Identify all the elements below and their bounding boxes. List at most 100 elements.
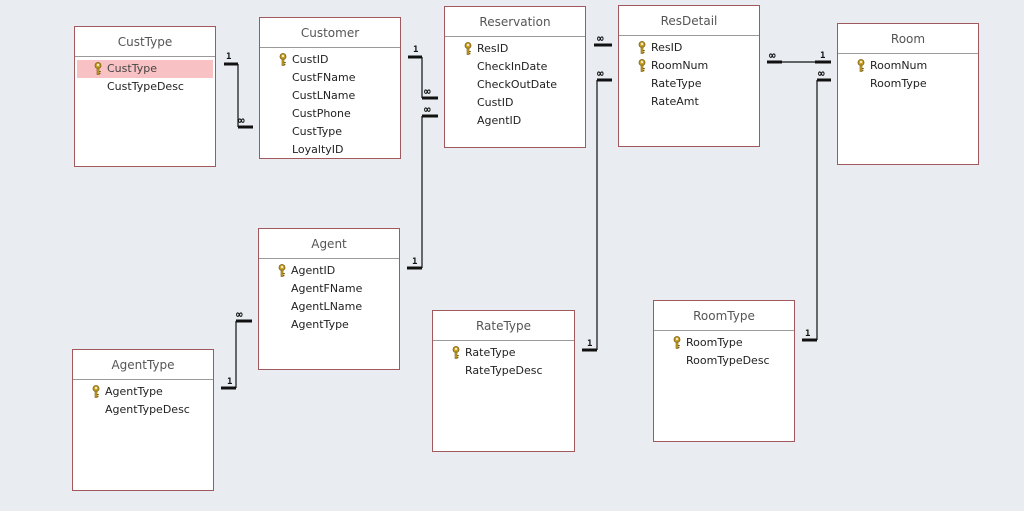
rel-roomtype-room[interactable] (802, 78, 831, 342)
field-row[interactable]: RoomType (840, 75, 976, 93)
field-name: RoomType (686, 336, 743, 349)
primary-key-icon (673, 336, 681, 349)
field-name: CustLName (292, 89, 356, 102)
field-row[interactable]: ResID (621, 39, 757, 57)
primary-key-icon (452, 346, 460, 359)
primary-key-icon (857, 59, 865, 72)
relationships-canvas: 1 ∞ 1 ∞ ∞ 1 ∞ 1 ∞ ∞ 1 ∞ 1 ∞ 1 CustType Cu… (0, 0, 1024, 511)
cardinality-one: 1 (805, 329, 811, 339)
field-name: RoomType (870, 77, 927, 90)
field-name: LoyaltyID (292, 143, 344, 156)
field-row[interactable]: LoyaltyID (262, 141, 398, 159)
field-name: CheckInDate (477, 60, 548, 73)
cardinality-one: 1 (587, 339, 593, 349)
field-row[interactable]: CustID (447, 94, 583, 112)
field-name: CustPhone (292, 107, 351, 120)
cardinality-many: ∞ (238, 114, 244, 127)
field-name: RateType (651, 77, 702, 90)
field-name: AgentFName (291, 282, 363, 295)
field-row[interactable]: CustFName (262, 69, 398, 87)
field-name: AgentType (291, 318, 349, 331)
table-customer[interactable]: Customer CustID CustFName CustLName CustPhon… (259, 17, 401, 159)
field-row[interactable]: CustPhone (262, 105, 398, 123)
cardinality-many: ∞ (769, 49, 775, 62)
table-room[interactable]: Room RoomNum RoomType (837, 23, 979, 165)
field-row[interactable]: CheckInDate (447, 58, 583, 76)
field-name: RateAmt (651, 95, 699, 108)
table-title[interactable]: RoomType (654, 301, 794, 331)
field-row[interactable]: CustLName (262, 87, 398, 105)
field-name: RateType (465, 346, 516, 359)
field-name: CustType (292, 125, 342, 138)
field-list: AgentID AgentFName AgentLName AgentType (259, 259, 399, 334)
field-row[interactable]: CustType (262, 123, 398, 141)
field-list: AgentType AgentTypeDesc (73, 380, 213, 419)
table-custtype[interactable]: CustType CustType CustTypeDesc (74, 26, 216, 167)
field-name: AgentID (477, 114, 522, 127)
table-title[interactable]: Reservation (445, 7, 585, 37)
cardinality-many: ∞ (424, 103, 430, 116)
primary-key-icon (92, 385, 100, 398)
field-row[interactable]: AgentType (261, 316, 397, 334)
cardinality-many: ∞ (597, 67, 603, 80)
table-ratetype[interactable]: RateType RateType RateTypeDesc (432, 310, 575, 452)
field-row[interactable]: CustID (262, 51, 398, 69)
field-row[interactable]: RateType (435, 344, 572, 362)
primary-key-icon (638, 59, 646, 72)
cardinality-one: 1 (227, 377, 233, 387)
field-name: AgentTypeDesc (105, 403, 190, 416)
rel-customer-reservation[interactable] (408, 55, 438, 100)
field-row[interactable]: RoomNum (840, 57, 976, 75)
table-roomtype[interactable]: RoomType RoomType RoomTypeDesc (653, 300, 795, 442)
rel-agent-reservation[interactable] (407, 114, 438, 270)
field-row[interactable]: CheckOutDate (447, 76, 583, 94)
field-list: RoomType RoomTypeDesc (654, 331, 794, 370)
field-row[interactable]: AgentID (261, 262, 397, 280)
field-row[interactable]: RoomTypeDesc (656, 352, 792, 370)
field-row[interactable]: RoomNum (621, 57, 757, 75)
field-row[interactable]: AgentType (75, 383, 211, 401)
table-title[interactable]: AgentType (73, 350, 213, 380)
field-row[interactable]: RateType (621, 75, 757, 93)
field-row[interactable]: RateAmt (621, 93, 757, 111)
field-row[interactable]: RateTypeDesc (435, 362, 572, 380)
field-row[interactable]: RoomType (656, 334, 792, 352)
cardinality-one: 1 (226, 52, 232, 62)
table-title[interactable]: Customer (260, 18, 400, 48)
field-list: ResID CheckInDate CheckOutDate CustID AgentI… (445, 37, 585, 130)
cardinality-one: 1 (820, 51, 826, 61)
table-title[interactable]: Agent (259, 229, 399, 259)
rel-ratetype-resdetail[interactable] (582, 78, 612, 352)
field-row[interactable]: AgentTypeDesc (75, 401, 211, 419)
table-title[interactable]: ResDetail (619, 6, 759, 36)
field-name: CustID (477, 96, 514, 109)
field-row[interactable]: CustType (77, 60, 213, 78)
field-name: AgentID (291, 264, 336, 277)
field-row[interactable]: AgentFName (261, 280, 397, 298)
field-name: CustID (292, 53, 329, 66)
field-row[interactable]: CustTypeDesc (77, 78, 213, 96)
table-reservation[interactable]: Reservation ResID CheckInDate CheckOutDate C… (444, 6, 586, 148)
field-name: AgentType (105, 385, 163, 398)
primary-key-icon (464, 42, 472, 55)
field-row[interactable]: AgentLName (261, 298, 397, 316)
rel-agenttype-agent[interactable] (221, 319, 252, 390)
table-title[interactable]: CustType (75, 27, 215, 57)
cardinality-many: ∞ (597, 32, 603, 45)
field-list: RoomNum RoomType (838, 54, 978, 93)
table-title[interactable]: RateType (433, 311, 574, 341)
table-agenttype[interactable]: AgentType AgentType AgentTypeDesc (72, 349, 214, 491)
field-row[interactable]: ResID (447, 40, 583, 58)
table-title[interactable]: Room (838, 24, 978, 54)
table-resdetail[interactable]: ResDetail ResID RoomNum RateType RateAmt (618, 5, 760, 147)
field-name: RoomNum (651, 59, 709, 72)
field-name: RateTypeDesc (465, 364, 543, 377)
field-row[interactable]: AgentID (447, 112, 583, 130)
primary-key-icon (638, 41, 646, 54)
field-name: CustFName (292, 71, 356, 84)
field-name: CustType (107, 62, 157, 75)
cardinality-one: 1 (412, 257, 418, 267)
table-agent[interactable]: Agent AgentID AgentFName AgentLName AgentTyp… (258, 228, 400, 370)
field-name: CustTypeDesc (107, 80, 184, 93)
field-name: ResID (477, 42, 509, 55)
